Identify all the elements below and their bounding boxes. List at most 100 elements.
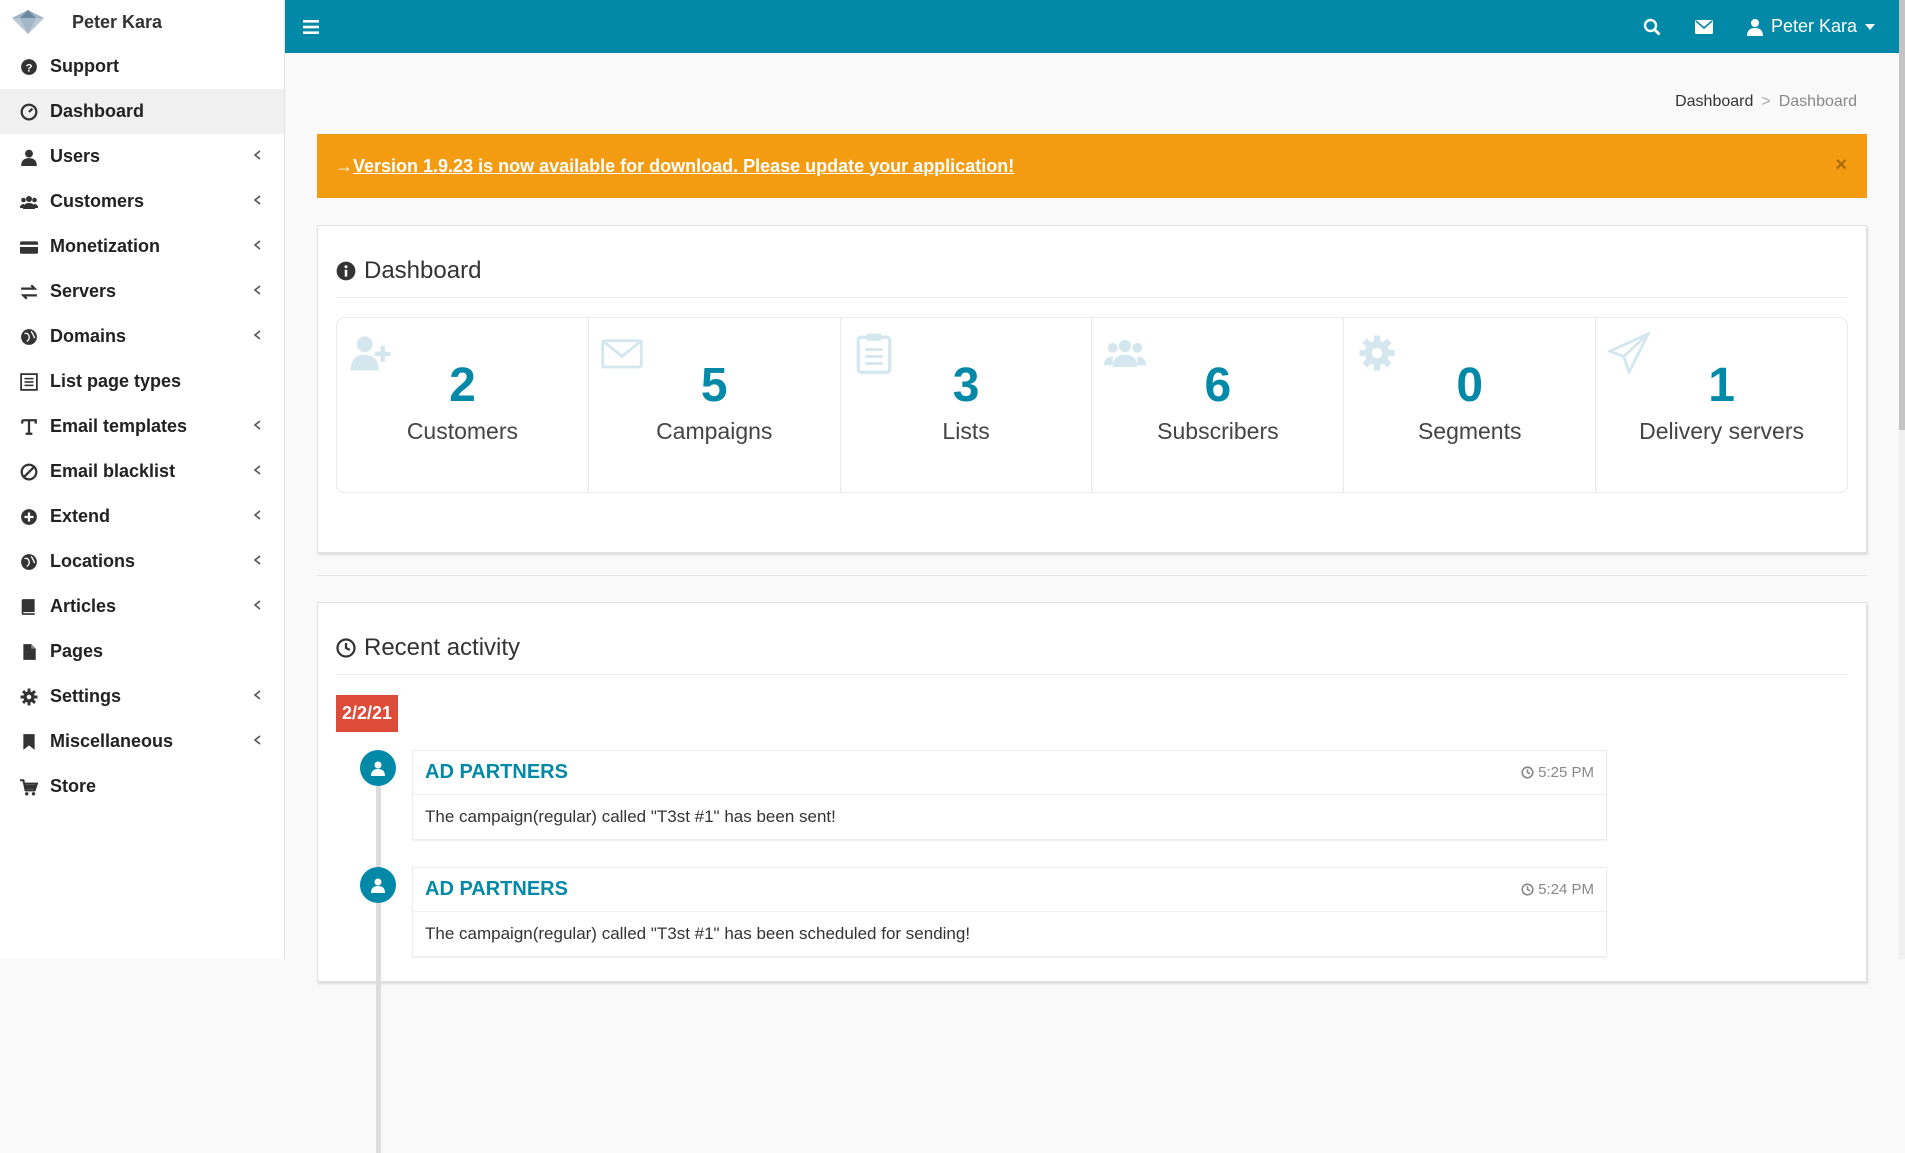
sidebar-item-label: Domains <box>50 326 127 346</box>
breadcrumb: Dashboard > Dashboard <box>1675 93 1857 111</box>
sidebar-item-label: Miscellaneous <box>50 731 174 751</box>
timeline-line <box>376 753 381 1153</box>
logo-icon <box>10 8 46 36</box>
brand[interactable]: Peter Kara <box>0 0 284 44</box>
breadcrumb-link[interactable]: Dashboard <box>1675 93 1753 111</box>
recent-activity-title: Recent activity <box>364 634 521 661</box>
exchange-icon <box>20 283 38 301</box>
sidebar-item-label: Email templates <box>50 416 188 436</box>
stat-delivery-servers[interactable]: 1 Delivery servers <box>1596 318 1847 492</box>
chevron-left-icon <box>252 553 264 571</box>
box-header: Dashboard <box>336 226 1848 298</box>
sidebar-item-label: Monetization <box>50 236 160 256</box>
user-icon <box>1746 18 1763 36</box>
sidebar-item-customers[interactable]: Customers <box>0 179 284 224</box>
sidebar-item-support[interactable]: ? Support <box>0 44 284 89</box>
sidebar-item-locations[interactable]: Locations <box>0 539 284 584</box>
sidebar-item-email-blacklist[interactable]: Email blacklist <box>0 449 284 494</box>
stat-segments[interactable]: 0 Segments <box>1344 318 1597 492</box>
customer-link[interactable]: AD PARTNERS <box>425 761 568 784</box>
dashboard-title: Dashboard <box>364 257 482 284</box>
chevron-left-icon <box>252 148 264 166</box>
question-circle-icon: ? <box>20 58 38 76</box>
timeline-message: The campaign(regular) called "T3st #1" h… <box>425 924 971 943</box>
chevron-left-icon <box>252 733 264 751</box>
scrollbar-thumb[interactable] <box>1899 0 1905 430</box>
timeline-header: AD PARTNERS 5:24 PM <box>413 868 1606 912</box>
clock-icon <box>1521 766 1534 779</box>
user-plus-icon <box>349 332 391 374</box>
sidebar-item-pages[interactable]: Pages <box>0 629 284 674</box>
caret-down-icon <box>1865 23 1875 30</box>
svg-text:?: ? <box>26 62 33 74</box>
info-circle-icon <box>336 261 356 281</box>
stat-label: Subscribers <box>1157 418 1279 444</box>
update-link[interactable]: Version 1.9.23 is now available for down… <box>353 156 1014 177</box>
timeline-card: AD PARTNERS 5:24 PM The campaign(regular… <box>412 867 1607 957</box>
customer-link[interactable]: AD PARTNERS <box>425 878 568 901</box>
stat-label: Delivery servers <box>1639 418 1804 444</box>
breadcrumb-current: Dashboard <box>1778 93 1857 110</box>
chevron-left-icon <box>252 238 264 256</box>
sidebar-item-domains[interactable]: Domains <box>0 314 284 359</box>
timeline-header: AD PARTNERS 5:25 PM <box>413 751 1606 795</box>
users-icon <box>1104 332 1147 374</box>
chevron-left-icon <box>252 418 264 436</box>
book-icon <box>20 598 38 616</box>
chevron-left-icon <box>252 598 264 616</box>
clock-icon <box>1521 883 1534 896</box>
main-content: Dashboard > Dashboard → Version 1.9.23 i… <box>285 53 1899 1153</box>
sidebar-item-list-page-types[interactable]: List page types <box>0 359 284 404</box>
stat-subscribers[interactable]: 6 Subscribers <box>1092 318 1345 492</box>
sidebar-item-extend[interactable]: Extend <box>0 494 284 539</box>
envelope-icon <box>601 332 643 374</box>
cog-icon <box>1356 332 1398 374</box>
sidebar-item-servers[interactable]: Servers <box>0 269 284 314</box>
breadcrumb-separator: > <box>1761 93 1771 110</box>
chevron-left-icon <box>252 283 264 301</box>
chevron-left-icon <box>252 463 264 481</box>
stat-lists[interactable]: 3 Lists <box>841 318 1093 492</box>
divider <box>317 575 1867 576</box>
chevron-left-icon <box>252 688 264 706</box>
sidebar-item-label: List page types <box>50 371 182 391</box>
ban-icon <box>20 463 38 481</box>
stat-label: Lists <box>942 418 990 444</box>
stat-campaigns[interactable]: 5 Campaigns <box>589 318 841 492</box>
globe-icon <box>20 328 38 346</box>
dashboard-icon <box>20 103 38 121</box>
user-menu[interactable]: Peter Kara <box>1746 16 1875 37</box>
sidebar-menu: ? Support Dashboard Users Customers Mone… <box>0 44 284 809</box>
timeline-time: 5:24 PM <box>1521 881 1594 898</box>
sidebar: Peter Kara ? Support Dashboard Users Cus… <box>0 0 285 959</box>
sidebar-item-settings[interactable]: Settings <box>0 674 284 719</box>
file-icon <box>20 643 38 661</box>
sidebar-item-articles[interactable]: Articles <box>0 584 284 629</box>
sidebar-item-miscellaneous[interactable]: Miscellaneous <box>0 719 284 764</box>
topbar: Peter Kara <box>285 0 1905 53</box>
globe-icon <box>20 553 38 571</box>
box-header: Recent activity <box>336 603 1848 675</box>
page-scrollbar[interactable] <box>1899 0 1905 959</box>
chevron-left-icon <box>252 193 264 211</box>
search-icon[interactable] <box>1643 18 1661 36</box>
sidebar-item-store[interactable]: Store <box>0 764 284 809</box>
box-title: Recent activity <box>336 634 520 662</box>
menu-icon[interactable] <box>303 19 319 34</box>
timeline-date-badge: 2/2/21 <box>336 695 399 732</box>
user-name: Peter Kara <box>1770 16 1857 36</box>
sidebar-item-monetization[interactable]: Monetization <box>0 224 284 269</box>
envelope-icon[interactable] <box>1694 19 1713 34</box>
user-icon <box>360 867 396 903</box>
chevron-left-icon <box>252 508 264 526</box>
sidebar-item-email-templates[interactable]: Email templates <box>0 404 284 449</box>
sidebar-item-label: Pages <box>50 641 104 661</box>
sidebar-item-label: Support <box>50 56 119 76</box>
timeline-time: 5:25 PM <box>1521 764 1594 781</box>
sidebar-item-dashboard[interactable]: Dashboard <box>0 89 284 134</box>
sidebar-item-label: Email blacklist <box>50 461 176 481</box>
stat-customers[interactable]: 2 Customers <box>337 318 589 492</box>
sidebar-item-users[interactable]: Users <box>0 134 284 179</box>
close-icon[interactable]: × <box>1835 154 1847 177</box>
text-icon <box>20 418 38 436</box>
